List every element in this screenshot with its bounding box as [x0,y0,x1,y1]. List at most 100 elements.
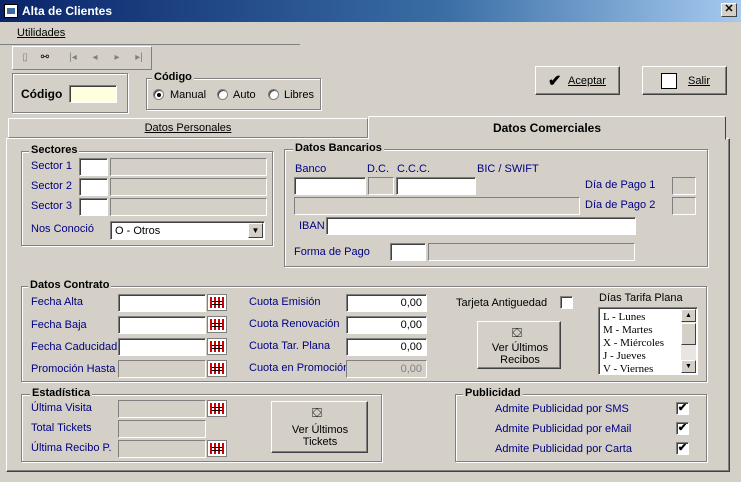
last-record-icon[interactable]: ▸| [130,50,148,66]
find-icon[interactable]: ⚯ [36,50,54,66]
ver-recibos-label: Ver Últimos Recibos [491,342,549,366]
salir-label: Salir [688,75,711,87]
sector1-code-input[interactable] [79,158,108,176]
cuota-tar-plana-label: Cuota Tar. Plana [249,340,331,352]
estadistica-title: Estadística [30,387,93,399]
list-item[interactable]: M - Martes [603,324,653,336]
fecha-alta-label: Fecha Alta [31,296,83,308]
list-item[interactable]: L - Lunes [603,311,645,323]
publicidad-sms-label: Admite Publicidad por SMS [495,403,629,415]
cuota-renovacion-label: Cuota Renovación [249,318,340,330]
publicidad-sms-checkbox[interactable]: ✔ [676,402,689,415]
list-item[interactable]: X - Miércoles [603,337,664,349]
dia-pago-2-input[interactable] [672,197,696,215]
chevron-down-icon[interactable]: ▼ [248,223,263,238]
radio-manual-label[interactable]: Manual [170,89,206,101]
nos-conocio-select[interactable]: O - Otros ▼ [110,221,265,240]
sector3-code-input[interactable] [79,198,108,216]
scroll-down-icon[interactable]: ▼ [681,360,696,373]
dias-tarifa-plana-label: Días Tarifa Plana [599,292,683,304]
promocion-hasta-calendar-icon[interactable] [207,360,227,377]
banco-input[interactable] [294,177,366,195]
nos-conocio-label: Nos Conoció [31,223,94,235]
fecha-alta-calendar-icon[interactable] [207,294,227,311]
exit-door-icon [661,73,677,89]
dc-label: D.C. [367,163,389,175]
cuota-tar-plana-input[interactable]: 0,00 [346,338,427,356]
ultima-visita-calendar-icon[interactable] [207,400,227,417]
bic-input[interactable] [294,197,580,215]
dia-pago-1-input[interactable] [672,177,696,195]
sectores-title: Sectores [29,144,80,156]
prev-record-icon[interactable]: ◂ [86,50,104,66]
total-tickets-label: Total Tickets [31,422,92,434]
fecha-caducidad-calendar-icon[interactable] [207,338,227,355]
bic-label: BIC / SWIFT [477,163,539,175]
codigo-input[interactable] [69,85,117,103]
fecha-alta-input[interactable] [118,294,206,312]
sector2-label: Sector 2 [31,180,72,192]
next-record-icon[interactable]: ▸ [108,50,126,66]
first-record-icon[interactable]: |◂ [64,50,82,66]
radio-auto[interactable] [217,89,228,100]
menu-divider [0,44,300,45]
fecha-caducidad-input[interactable] [118,338,206,356]
codigo-mode-title: Código [152,71,194,83]
fecha-caducidad-label: Fecha Caducidad [31,341,118,353]
radio-libres[interactable] [268,89,279,100]
iban-label: IBAN [299,220,325,232]
sector1-desc [110,158,267,176]
publicidad-title: Publicidad [463,387,523,399]
scroll-up-icon[interactable]: ▲ [681,309,696,322]
list-item[interactable]: V - Viernes [603,363,653,375]
tarjeta-antiguedad-label: Tarjeta Antiguedad [456,297,548,309]
tab-datos-comerciales-label: Datos Comerciales [492,121,602,135]
radio-libres-label[interactable]: Libres [284,89,314,101]
tab-datos-comerciales[interactable]: Datos Comerciales [368,116,726,140]
forma-pago-code-input[interactable] [390,243,426,261]
ultima-visita-label: Última Visita [31,402,92,414]
ver-tickets-button[interactable]: ⛋ Ver Últimos Tickets [271,401,368,453]
publicidad-email-checkbox[interactable]: ✔ [676,422,689,435]
forma-pago-desc [428,243,635,261]
window-title: Alta de Clientes [22,4,113,18]
publicidad-email-label: Admite Publicidad por eMail [495,423,632,435]
cuota-emision-input[interactable]: 0,00 [346,294,427,312]
iban-input[interactable] [326,217,636,235]
fecha-baja-label: Fecha Baja [31,319,87,331]
sector2-code-input[interactable] [79,178,108,196]
title-bar: Alta de Clientes ✕ [0,0,741,22]
fecha-baja-calendar-icon[interactable] [207,316,227,333]
sector3-label: Sector 3 [31,200,72,212]
new-doc-icon[interactable]: ▯ [16,50,34,66]
cuota-emision-label: Cuota Emisión [249,296,321,308]
sector1-label: Sector 1 [31,160,72,172]
dias-tarifa-plana-list[interactable]: L - Lunes M - Martes X - Miércoles J - J… [598,307,698,375]
tab-datos-personales[interactable]: Datos Personales [8,118,368,138]
ver-recibos-button[interactable]: ⛋ Ver Últimos Recibos [477,321,561,369]
ultimo-recibo-input [118,440,206,458]
tarjeta-antiguedad-checkbox[interactable] [560,296,573,309]
close-button[interactable]: ✕ [721,3,737,17]
list-item[interactable]: J - Jueves [603,350,646,362]
cuota-promocion-label: Cuota en Promoción [249,362,350,374]
ccc-label: C.C.C. [397,163,430,175]
aceptar-button[interactable]: ✔ Aceptar [535,66,620,95]
tab-datos-personales-label: Datos Personales [144,122,232,134]
fecha-baja-input[interactable] [118,316,206,334]
list-scrollbar[interactable]: ▲ ▼ [681,309,696,373]
scroll-thumb[interactable] [681,323,696,345]
radio-manual[interactable] [153,89,164,100]
app-icon [4,4,18,18]
bancarios-title: Datos Bancarios [293,142,384,154]
nos-conocio-value: O - Otros [115,225,161,237]
sector3-desc [110,198,267,216]
salir-button[interactable]: Salir [642,66,727,95]
publicidad-carta-checkbox[interactable]: ✔ [676,442,689,455]
ccc-input[interactable] [396,177,476,195]
menu-utilidades[interactable]: Utilidades [17,27,65,39]
ultimo-recibo-calendar-icon[interactable] [207,440,227,457]
cuota-renovacion-input[interactable]: 0,00 [346,316,427,334]
dia-pago-1-label: Día de Pago 1 [585,179,656,191]
radio-auto-label[interactable]: Auto [233,89,256,101]
